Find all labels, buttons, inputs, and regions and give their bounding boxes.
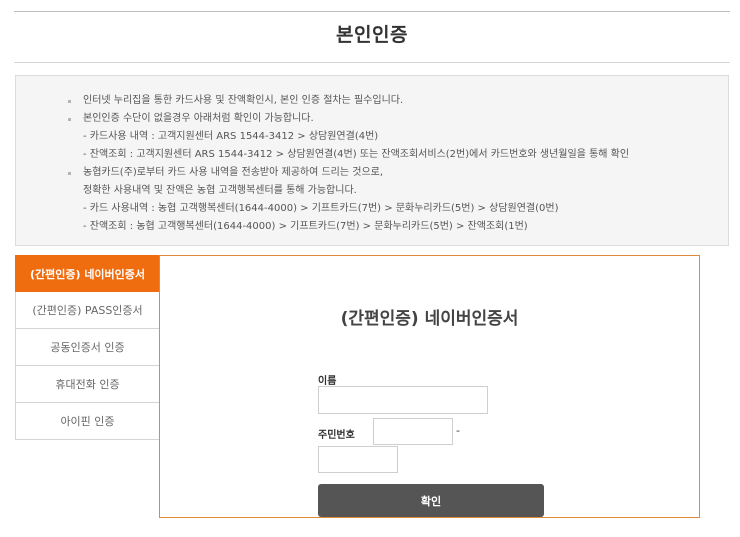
auth-method-tabs: (간편인증) 네이버인증서 (간편인증) PASS인증서 공동인증서 인증 휴대… xyxy=(15,255,160,440)
name-label: 이름 xyxy=(318,376,337,387)
rrn-label: 주민번호 xyxy=(318,430,355,441)
notice-box: 인터넷 누리집을 통한 카드사용 및 잔액확인시, 본인 인증 절차는 필수입니… xyxy=(15,75,729,246)
tab-naver-cert[interactable]: (간편인증) 네이버인증서 xyxy=(15,255,160,292)
confirm-button[interactable]: 확인 xyxy=(318,484,544,517)
notice-line: - 카드사용 내역 : 고객지원센터 ARS 1544-3412 > 상담원연결… xyxy=(83,131,379,142)
notice-line: 농협카드(주)로부터 카드 사용 내역을 전송받아 제공하여 드리는 것으로, xyxy=(68,164,629,182)
rrn-back-input[interactable] xyxy=(318,446,398,473)
notice-line: - 카드 사용내역 : 농협 고객행복센터(1644-4000) > 기프트카드… xyxy=(83,203,559,214)
tab-joint-cert[interactable]: 공동인증서 인증 xyxy=(15,329,160,366)
tab-ipin-auth[interactable]: 아이핀 인증 xyxy=(15,403,160,440)
notice-line: 정확한 사용내역 및 잔액은 농협 고객행복센터를 통해 가능합니다. xyxy=(83,185,357,196)
notice-line: 인터넷 누리집을 통한 카드사용 및 잔액확인시, 본인 인증 절차는 필수입니… xyxy=(68,92,629,110)
notice-line: - 잔액조회 : 농협 고객행복센터(1644-4000) > 기프트카드(7번… xyxy=(83,221,528,232)
page-title: 본인인증 xyxy=(336,24,408,46)
notice-line: 본인인증 수단이 없을경우 아래처럼 확인이 가능합니다. xyxy=(68,110,629,128)
notice-line: - 잔액조회 : 고객지원센터 ARS 1544-3412 > 상담원연결(4번… xyxy=(83,149,630,160)
rrn-front-input[interactable] xyxy=(373,418,453,445)
auth-panel: (간편인증) 네이버인증서 이름 주민번호 - 확인 xyxy=(159,255,700,518)
top-divider xyxy=(14,11,730,12)
tab-mobile-auth[interactable]: 휴대전화 인증 xyxy=(15,366,160,403)
name-input[interactable] xyxy=(318,386,488,414)
title-divider xyxy=(14,62,730,63)
panel-title: (간편인증) 네이버인증서 xyxy=(340,309,519,329)
tab-pass-cert[interactable]: (간편인증) PASS인증서 xyxy=(15,292,160,329)
rrn-dash: - xyxy=(456,424,460,437)
notice-list: 인터넷 누리집을 통한 카드사용 및 잔액확인시, 본인 인증 절차는 필수입니… xyxy=(68,92,629,236)
